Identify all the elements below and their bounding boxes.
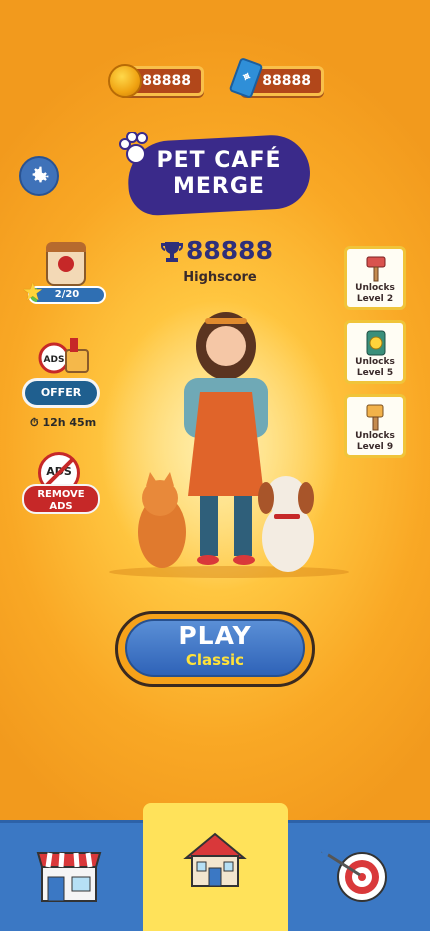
- unlock-line-1: Unlocks: [355, 357, 395, 367]
- settings-button[interactable]: [19, 156, 59, 196]
- remove-ads-line-1: REMOVE: [37, 489, 85, 500]
- ticket-count: 88888: [262, 73, 311, 89]
- phone-icon: [366, 330, 386, 356]
- gear-icon: [32, 166, 49, 183]
- play-label: PLAY: [178, 621, 252, 650]
- unlock-line-2: Level 5: [356, 368, 394, 378]
- brush-icon: [366, 404, 384, 431]
- remove-ads-button[interactable]: REMOVE ADS: [22, 484, 100, 514]
- unlock-card-level-2[interactable]: Unlocks Level 2: [344, 246, 406, 310]
- character-illustration: [109, 312, 349, 578]
- unlock-line-2: Level 9: [356, 442, 394, 452]
- game-logo-text: PET CAFÉ MERGE: [128, 148, 310, 200]
- unlock-line-1: Unlocks: [355, 283, 395, 293]
- offer-timer-text: 12h 45m: [42, 416, 97, 429]
- offer-button[interactable]: OFFER: [22, 378, 100, 408]
- offer-timer: ⏱ 12h 45m: [30, 416, 96, 430]
- offer-bundle-icon[interactable]: ADS: [36, 336, 92, 380]
- logo-line-1: PET CAFÉ: [156, 148, 282, 173]
- offer-ads-text: ADS: [44, 355, 65, 365]
- star-icon: ★: [22, 278, 44, 306]
- play-mode-label: Classic: [185, 651, 245, 669]
- highscore-value: 88888: [186, 236, 273, 265]
- reward-jar-icon[interactable]: [46, 242, 86, 286]
- nav-shop-icon[interactable]: [34, 845, 104, 905]
- trophy-icon: [160, 242, 184, 262]
- remove-ads-line-2: ADS: [49, 501, 73, 512]
- hammer-icon: [366, 256, 386, 282]
- nav-target-icon[interactable]: [318, 845, 388, 905]
- unlock-line-2: Level 2: [356, 294, 394, 304]
- highscore-label: Highscore: [183, 270, 257, 285]
- coin-count: 88888: [142, 73, 191, 89]
- coin-icon: [108, 64, 142, 98]
- clock-icon: ⏱: [30, 416, 39, 429]
- logo-line-2: MERGE: [173, 174, 265, 199]
- unlock-line-1: Unlocks: [355, 431, 395, 441]
- nav-home-icon[interactable]: [180, 830, 250, 890]
